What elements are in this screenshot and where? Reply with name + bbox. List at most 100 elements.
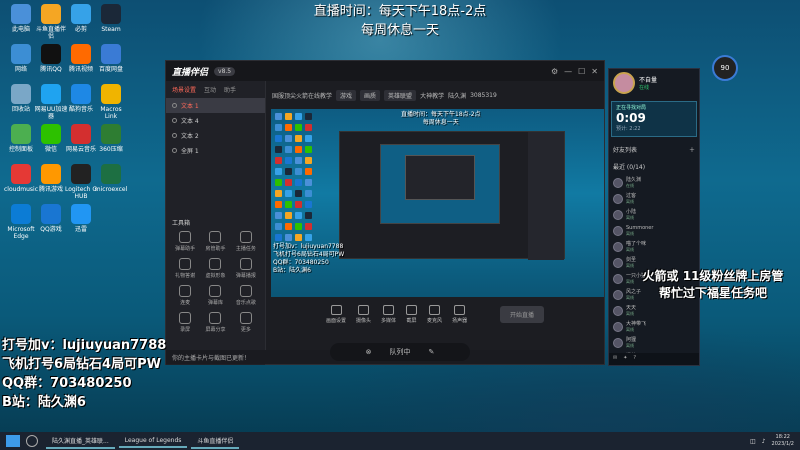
tool-screenshot[interactable]: 截屏: [406, 304, 418, 324]
preview-mini-icon: [275, 157, 282, 164]
desktop-icon[interactable]: Steam: [94, 4, 128, 33]
windows-start-icon[interactable]: [6, 435, 20, 447]
desktop-icon[interactable]: 网易UU加速器: [34, 84, 68, 120]
toolbox-item[interactable]: 连麦: [170, 285, 200, 306]
friend-item[interactable]: Summoner 离线: [609, 223, 699, 239]
tab-interaction[interactable]: 互动: [204, 85, 216, 94]
nested-preview-2: [380, 144, 500, 224]
taskbar-item[interactable]: 陆久渊直播_英雄联...: [46, 434, 115, 449]
friend-item[interactable]: 天天 离线: [609, 303, 699, 319]
desktop-icon[interactable]: cloudmusic: [4, 164, 38, 193]
stream-title[interactable]: 国服顶尖火箭在线教学: [272, 91, 332, 100]
preview-mini-icon: [285, 223, 292, 230]
cancel-queue-icon[interactable]: ⊗: [366, 348, 372, 356]
desktop-icon[interactable]: 酷狗音乐: [64, 84, 98, 113]
desktop-icon[interactable]: 斗鱼直播伴侣: [34, 4, 68, 40]
desktop-icon[interactable]: 腾讯游戏: [34, 164, 68, 193]
tool-icon: [209, 285, 222, 297]
desktop-icon[interactable]: 回收站: [4, 84, 38, 113]
desktop-icon[interactable]: QQ游戏: [34, 204, 68, 233]
desktop-icon[interactable]: microexcel: [94, 164, 128, 193]
add-friend-icon[interactable]: ＋: [689, 145, 695, 154]
scene-item[interactable]: 文本 2: [166, 128, 265, 143]
maximize-icon[interactable]: ☐: [578, 67, 585, 76]
tool-label: 礼物答谢: [175, 273, 196, 279]
tool-media[interactable]: 多媒体: [381, 304, 396, 324]
scene-item[interactable]: 文本 4: [166, 113, 265, 128]
scene-item[interactable]: 全屏 1: [166, 143, 265, 158]
desktop-icon[interactable]: 网易云音乐: [64, 124, 98, 153]
toolbox-item[interactable]: 录屏: [170, 312, 200, 333]
tool-speaker[interactable]: 扬声器: [452, 304, 467, 324]
settings-icon[interactable]: ⚙: [551, 67, 558, 76]
toolbox-item[interactable]: 弹幕库: [200, 285, 230, 306]
game-pill[interactable]: 英雄联盟: [384, 89, 417, 101]
toolbox-item[interactable]: 礼物答谢: [170, 258, 200, 279]
toolbox-item[interactable]: 音乐点歌: [231, 285, 261, 306]
preview-mini-icon: [305, 223, 312, 230]
app-icon: [101, 44, 121, 64]
start-live-button[interactable]: 开始直播: [499, 305, 544, 323]
eye-icon[interactable]: [172, 103, 177, 108]
profile-header[interactable]: 不自量 在线: [609, 69, 699, 97]
taskbar-item[interactable]: League of Legends: [118, 435, 188, 448]
help-icon[interactable]: ?: [633, 355, 636, 363]
friend-item[interactable]: 大神带飞 离线: [609, 319, 699, 335]
toolbox-item[interactable]: 弹幕助手: [170, 231, 200, 252]
desktop-icon[interactable]: Macros Link: [94, 84, 128, 120]
desktop-icon[interactable]: 微信: [34, 124, 68, 153]
scene-item[interactable]: 文本 1: [166, 98, 265, 113]
clock[interactable]: 18:22 2023/1/2: [772, 434, 794, 448]
friend-item[interactable]: 过客 离线: [609, 191, 699, 207]
friend-item[interactable]: 阿狸 离线: [609, 335, 699, 351]
category-pill[interactable]: 游戏: [336, 89, 357, 101]
friend-item[interactable]: 喵了个咪 离线: [609, 239, 699, 255]
tab-assistant[interactable]: 助手: [224, 85, 236, 94]
tab-scenes[interactable]: 场景设置: [172, 85, 196, 94]
desktop-icon[interactable]: 网络: [4, 44, 38, 73]
room-id: 3085319: [470, 91, 497, 99]
mission-icon[interactable]: ✦: [623, 355, 627, 363]
toolbox-item[interactable]: 主播任务: [231, 231, 261, 252]
desktop-icon[interactable]: Logitech G HUB: [64, 164, 98, 200]
toolbox-item[interactable]: 房管助手: [200, 231, 230, 252]
desktop-icon[interactable]: 迅雷: [64, 204, 98, 233]
friends-group[interactable]: 最近 (0/14): [609, 158, 699, 175]
eye-icon[interactable]: [172, 133, 177, 138]
volume-icon[interactable]: ♪: [762, 438, 766, 445]
desktop-icon-label: 酷狗音乐: [68, 106, 93, 113]
network-icon[interactable]: ◫: [750, 438, 756, 445]
desktop-icon[interactable]: 必剪: [64, 4, 98, 33]
desktop-icon[interactable]: 腾讯视频: [64, 44, 98, 73]
tool-camera[interactable]: 摄像头: [356, 304, 371, 324]
toolbox-item[interactable]: 屏幕分享: [200, 312, 230, 333]
app-icon: [41, 44, 61, 64]
eye-icon[interactable]: [172, 118, 177, 123]
desktop-icon[interactable]: Microsoft Edge: [4, 204, 38, 240]
version-badge[interactable]: v8.5: [214, 66, 236, 76]
toolbox-item[interactable]: 弹幕播报: [231, 258, 261, 279]
friend-item[interactable]: 陆久渊 在线: [609, 175, 699, 191]
toolbox-item[interactable]: 更多: [231, 312, 261, 333]
toolbox-item[interactable]: 虚拟形象: [200, 258, 230, 279]
desktop-icon[interactable]: 百度网盘: [94, 44, 128, 73]
tool-microphone[interactable]: 麦克风: [427, 304, 442, 324]
search-icon[interactable]: [26, 435, 38, 447]
close-icon[interactable]: ✕: [591, 67, 598, 76]
desktop-icon[interactable]: 腾讯QQ: [34, 44, 68, 73]
eye-icon[interactable]: [172, 148, 177, 153]
tool-screen-settings[interactable]: 画面设置: [326, 304, 346, 324]
minimize-icon[interactable]: —: [564, 67, 572, 76]
friend-avatar: [613, 194, 623, 204]
chat-icon[interactable]: ✉: [613, 355, 617, 363]
desktop-icon[interactable]: 360压缩: [94, 124, 128, 153]
app-icon: [11, 44, 31, 64]
desktop-icon[interactable]: 此电脑: [4, 4, 38, 33]
edit-icon[interactable]: ✎: [429, 348, 435, 356]
preview-mini-icon: [295, 234, 302, 241]
taskbar-item[interactable]: 斗鱼直播伴侣: [191, 434, 240, 449]
friend-item[interactable]: 小陆 离线: [609, 207, 699, 223]
desktop-icon[interactable]: 控制面板: [4, 124, 38, 153]
avatar[interactable]: [613, 72, 635, 94]
quality-pill[interactable]: 画质: [360, 89, 381, 101]
